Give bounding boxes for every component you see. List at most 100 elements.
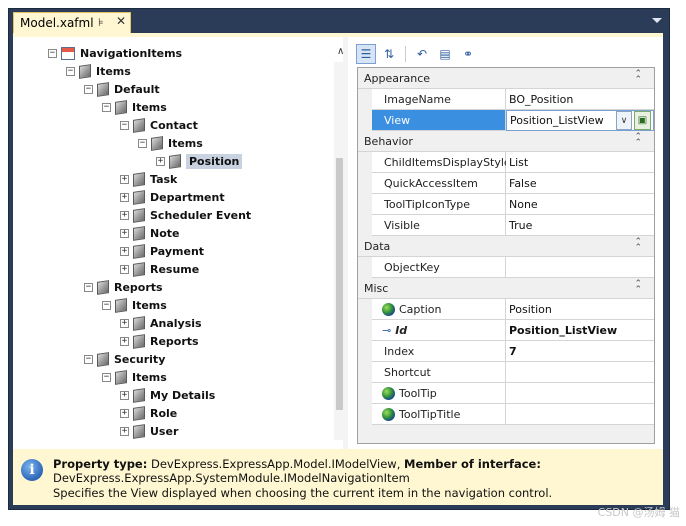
expand-icon[interactable]: +	[120, 246, 129, 256]
expand-icon[interactable]: +	[120, 174, 129, 184]
property-name[interactable]: QuickAccessItem	[372, 173, 506, 194]
property-value[interactable]: BO_Position	[506, 89, 654, 110]
property-row[interactable]: ToolTipIconType None	[358, 194, 654, 215]
tree-node[interactable]: − Items	[138, 134, 203, 152]
tree-node[interactable]: + Resume	[120, 260, 199, 278]
collapse-icon[interactable]: −	[48, 48, 57, 58]
tree-node[interactable]: − Default	[84, 80, 160, 98]
property-value[interactable]: False	[506, 173, 654, 194]
property-name[interactable]: ToolTipIconType	[372, 194, 506, 215]
tree-node[interactable]: − Contact	[120, 116, 198, 134]
chevron-down-icon[interactable]	[652, 18, 662, 23]
collapse-icon[interactable]: −	[120, 120, 129, 130]
tree-node[interactable]: − Items	[102, 98, 167, 116]
tree-node[interactable]: + Scheduler Event	[120, 206, 251, 224]
category-misc[interactable]: Misc ⌃ ⌃	[358, 278, 654, 299]
category-data[interactable]: Data ⌃ ⌃	[358, 236, 654, 257]
collapse-icon[interactable]: −	[84, 282, 93, 292]
categorized-icon[interactable]: ☰	[356, 44, 376, 64]
category-behavior[interactable]: Behavior ⌃ ⌃	[358, 131, 654, 152]
expand-icon[interactable]: +	[120, 408, 129, 418]
property-value[interactable]	[506, 257, 654, 278]
expand-icon[interactable]: +	[156, 156, 165, 166]
property-value[interactable]: Position_ListView ∨ ▣	[506, 110, 654, 131]
property-value[interactable]: True	[506, 215, 654, 236]
tree-node[interactable]: + Note	[120, 224, 179, 242]
property-name[interactable]: Index	[372, 341, 506, 362]
property-value[interactable]: None	[506, 194, 654, 215]
property-row[interactable]: ObjectKey	[358, 257, 654, 278]
expand-icon[interactable]: +	[120, 390, 129, 400]
property-row[interactable]: Shortcut	[358, 362, 654, 383]
collapse-icon[interactable]: −	[102, 102, 111, 112]
collapse-icon[interactable]: −	[84, 84, 93, 94]
property-value[interactable]: List	[506, 152, 654, 173]
property-pages-icon[interactable]: ▤	[435, 44, 455, 64]
tree-node[interactable]: + My Details	[120, 386, 215, 404]
property-row[interactable]: ToolTip	[358, 383, 654, 404]
property-row[interactable]: Caption Position	[358, 299, 654, 320]
property-value[interactable]	[506, 383, 654, 404]
tree-node[interactable]: − Items	[102, 368, 167, 386]
tree-node[interactable]: + Department	[120, 188, 225, 206]
property-name[interactable]: Visible	[372, 215, 506, 236]
property-name[interactable]: Shortcut	[372, 362, 506, 383]
category-appearance[interactable]: Appearance ⌃ ⌃	[358, 68, 654, 89]
pin-icon[interactable]: ⊧	[98, 16, 104, 29]
property-value[interactable]: 7	[506, 341, 654, 362]
property-row[interactable]: Visible True	[358, 215, 654, 236]
tree-node[interactable]: − Security	[84, 350, 165, 368]
property-row[interactable]: ⊸ Id Position_ListView	[358, 320, 654, 341]
tree-node[interactable]: − NavigationItems	[48, 44, 182, 62]
collapse-icon[interactable]: −	[84, 354, 93, 364]
collapse-category-icon[interactable]: ⌃ ⌃	[634, 238, 642, 253]
collapse-icon[interactable]: −	[102, 372, 111, 382]
tree-node[interactable]: + User	[120, 422, 178, 440]
expand-icon[interactable]: +	[120, 210, 129, 220]
property-value[interactable]: Position_ListView	[506, 320, 654, 341]
property-name[interactable]: View	[372, 110, 506, 131]
alphabetical-sort-icon[interactable]: ⇅	[379, 44, 399, 64]
tree-node[interactable]: + Role	[120, 404, 177, 422]
link-icon[interactable]: ⚭	[458, 44, 478, 64]
property-row[interactable]: ChildItemsDisplayStyle List	[358, 152, 654, 173]
tree-node[interactable]: + Position	[156, 152, 243, 170]
collapse-category-icon[interactable]: ⌃ ⌃	[634, 70, 642, 85]
property-name[interactable]: ToolTipTitle	[372, 404, 506, 425]
expand-icon[interactable]: +	[120, 228, 129, 238]
tree-node[interactable]: − Reports	[84, 278, 163, 296]
expand-icon[interactable]: +	[120, 336, 129, 346]
close-icon[interactable]: ✕	[116, 14, 126, 28]
property-value[interactable]	[506, 362, 654, 383]
view-editor-icon[interactable]: ▣	[634, 111, 651, 130]
expand-icon[interactable]: +	[120, 192, 129, 202]
property-name[interactable]: ⊸ Id	[372, 320, 506, 341]
property-value[interactable]	[506, 404, 654, 425]
property-name[interactable]: ObjectKey	[372, 257, 506, 278]
tree-node[interactable]: − Items	[66, 62, 131, 80]
property-row[interactable]: View Position_ListView ∨ ▣	[358, 110, 654, 131]
property-name[interactable]: ChildItemsDisplayStyle	[372, 152, 511, 173]
collapse-icon[interactable]: −	[66, 66, 75, 76]
tree-node[interactable]: − Items	[102, 296, 167, 314]
expand-icon[interactable]: +	[120, 264, 129, 274]
property-row[interactable]: Index 7	[358, 341, 654, 362]
tree-node[interactable]: + Task	[120, 170, 177, 188]
property-name[interactable]: ImageName	[372, 89, 506, 110]
tree-node[interactable]: + Payment	[120, 242, 204, 260]
property-row[interactable]: ToolTipTitle	[358, 404, 654, 425]
tree-node[interactable]: + Analysis	[120, 314, 202, 332]
property-row[interactable]: QuickAccessItem False	[358, 173, 654, 194]
property-name[interactable]: Caption	[372, 299, 506, 320]
property-row[interactable]: ImageName BO_Position	[358, 89, 654, 110]
undo-icon[interactable]: ↶	[412, 44, 432, 64]
property-value[interactable]: Position	[506, 299, 654, 320]
chevron-down-icon[interactable]: ∨	[616, 111, 632, 130]
collapse-icon[interactable]: −	[138, 138, 147, 148]
property-name[interactable]: ToolTip	[372, 383, 506, 404]
collapse-icon[interactable]: −	[102, 300, 111, 310]
tab-model-xafml[interactable]: Model.xafml ⊧ ✕	[13, 12, 131, 33]
expand-icon[interactable]: +	[120, 318, 129, 328]
expand-icon[interactable]: +	[120, 426, 129, 436]
tree-node[interactable]: + Reports	[120, 332, 199, 350]
